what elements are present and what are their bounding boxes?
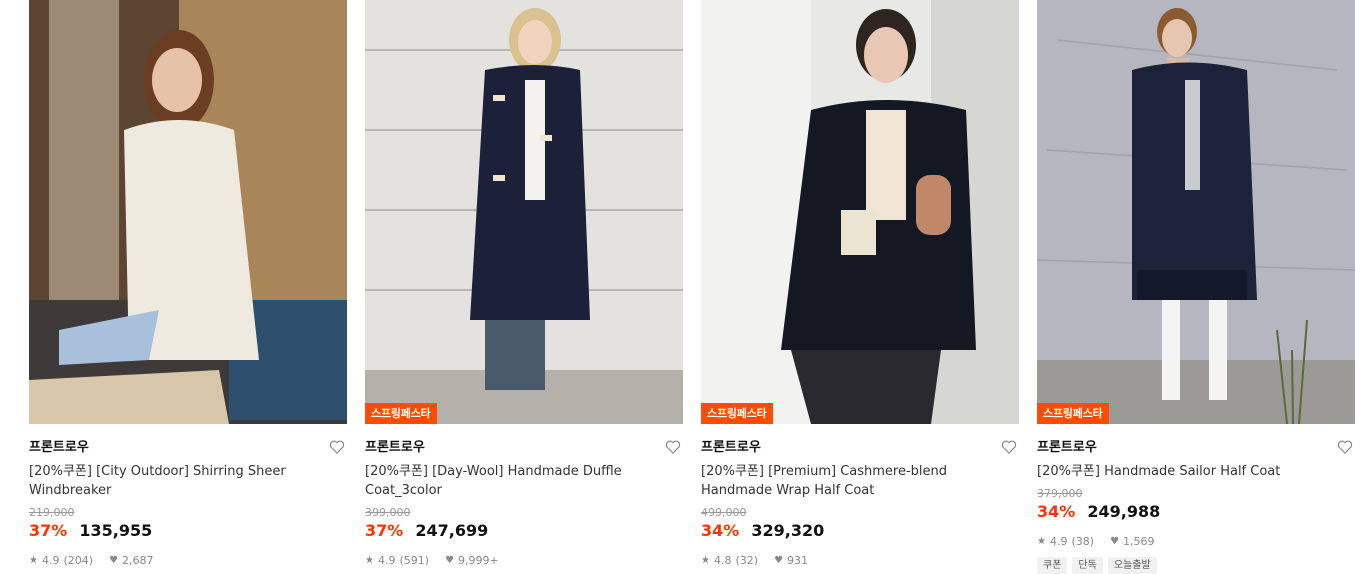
product-title[interactable]: [20%쿠폰] [Premium] Cashmere-blend Handmad… [701, 462, 1019, 500]
brand-name[interactable]: 프론트로우 [365, 440, 425, 455]
star-icon: ★ [29, 555, 38, 566]
rating: 4.9 [377, 554, 396, 567]
product-stats: ★ 4.9 (204) ♥ 2,687 [29, 554, 347, 567]
product-card[interactable]: 스프링페스타 프론트로우 [20%쿠폰] Handmade Sailor Hal… [1037, 0, 1355, 574]
review-count: (204) [63, 554, 94, 567]
sale-price: 249,988 [1087, 502, 1161, 521]
product-image[interactable] [29, 0, 347, 424]
brand-name[interactable]: 프론트로우 [1037, 440, 1097, 455]
tag-ships-today: 오늘출발 [1107, 557, 1157, 574]
product-stats: ★ 4.9 (591) ♥ 9,999+ [365, 554, 683, 567]
product-photo-duffle-coat [365, 0, 683, 424]
discount-rate: 37% [365, 521, 404, 540]
discount-rate: 37% [29, 521, 68, 540]
like-count: 9,999+ [458, 554, 499, 567]
heart-outline-icon[interactable] [1337, 439, 1353, 455]
rating: 4.8 [713, 554, 732, 567]
price-row: 34% 329,320 [701, 520, 1019, 542]
product-image[interactable]: 스프링페스타 [365, 0, 683, 424]
price-row: 34% 249,988 [1037, 501, 1355, 523]
sale-price: 135,955 [79, 521, 153, 540]
product-card[interactable]: 스프링페스타 프론트로우 [20%쿠폰] [Premium] Cashmere-… [701, 0, 1019, 574]
product-grid: 프론트로우 [20%쿠폰] [City Outdoor] Shirring Sh… [0, 0, 1367, 574]
product-stats: ★ 4.8 (32) ♥ 931 [701, 554, 1019, 567]
product-card[interactable]: 프론트로우 [20%쿠폰] [City Outdoor] Shirring Sh… [29, 0, 347, 574]
heart-filled-icon: ♥ [774, 555, 784, 566]
heart-filled-icon: ♥ [109, 555, 119, 566]
original-price: 399,000 [365, 506, 411, 519]
product-photo-wrap-coat [701, 0, 1019, 424]
star-icon: ★ [365, 555, 374, 566]
heart-outline-icon[interactable] [329, 439, 345, 455]
heart-filled-icon: ♥ [445, 555, 455, 566]
brand-name[interactable]: 프론트로우 [701, 440, 761, 455]
review-count: (591) [399, 554, 430, 567]
star-icon: ★ [1037, 536, 1046, 547]
heart-outline-icon[interactable] [1001, 439, 1017, 455]
tag-list: 쿠폰 단독 오늘출발 [1037, 557, 1355, 574]
review-count: (32) [735, 554, 759, 567]
product-photo-sailor-coat [1037, 0, 1355, 424]
price-row: 37% 135,955 [29, 520, 347, 542]
promo-badge: 스프링페스타 [701, 403, 773, 424]
star-icon: ★ [701, 555, 710, 566]
tag-coupon: 쿠폰 [1037, 557, 1068, 574]
discount-rate: 34% [1037, 502, 1076, 521]
discount-rate: 34% [701, 521, 740, 540]
heart-outline-icon[interactable] [665, 439, 681, 455]
heart-filled-icon: ♥ [1110, 536, 1120, 547]
like-count: 1,569 [1123, 535, 1155, 548]
like-count: 931 [787, 554, 809, 567]
product-card[interactable]: 스프링페스타 프론트로우 [20%쿠폰] [Day-Wool] Handmade… [365, 0, 683, 574]
product-image[interactable]: 스프링페스타 [701, 0, 1019, 424]
sale-price: 247,699 [415, 521, 489, 540]
product-photo-windbreaker [29, 0, 347, 424]
promo-badge: 스프링페스타 [365, 403, 437, 424]
brand-name[interactable]: 프론트로우 [29, 440, 89, 455]
promo-badge: 스프링페스타 [1037, 403, 1109, 424]
product-title[interactable]: [20%쿠폰] [City Outdoor] Shirring Sheer Wi… [29, 462, 347, 500]
product-title[interactable]: [20%쿠폰] [Day-Wool] Handmade Duffle Coat_… [365, 462, 683, 500]
price-row: 37% 247,699 [365, 520, 683, 542]
rating: 4.9 [41, 554, 60, 567]
product-title[interactable]: [20%쿠폰] Handmade Sailor Half Coat [1037, 462, 1355, 481]
product-stats: ★ 4.9 (38) ♥ 1,569 [1037, 535, 1355, 548]
like-count: 2,687 [122, 554, 154, 567]
original-price: 219,000 [29, 506, 75, 519]
sale-price: 329,320 [751, 521, 825, 540]
original-price: 379,000 [1037, 487, 1083, 500]
product-image[interactable]: 스프링페스타 [1037, 0, 1355, 424]
tag-exclusive: 단독 [1072, 557, 1103, 574]
review-count: (38) [1071, 535, 1095, 548]
original-price: 499,000 [701, 506, 747, 519]
rating: 4.9 [1049, 535, 1068, 548]
